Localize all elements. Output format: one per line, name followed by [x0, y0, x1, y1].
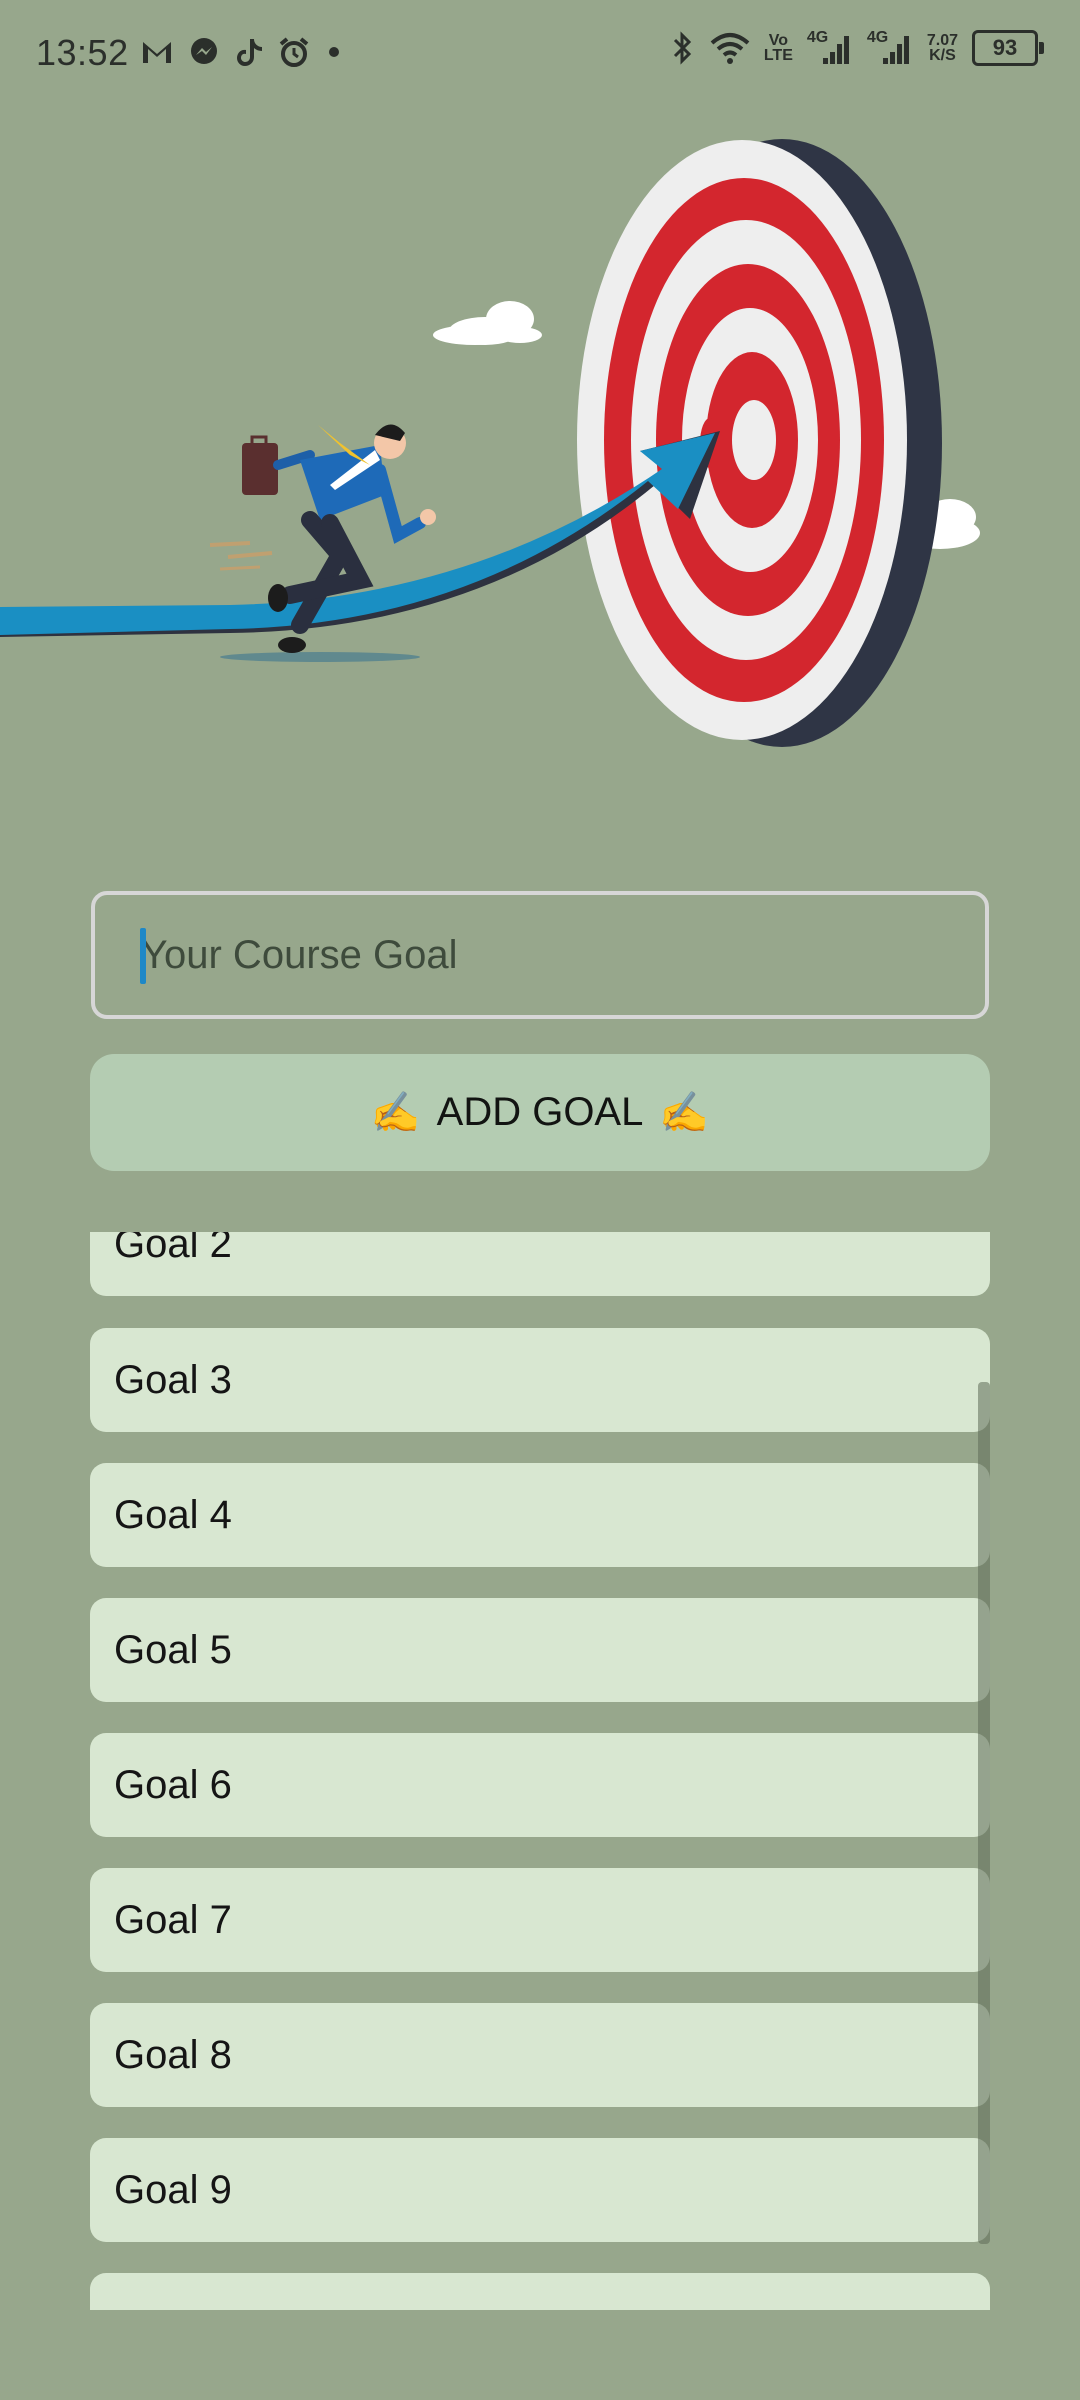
tiktok-icon [237, 39, 262, 66]
signal-bars-icon [822, 36, 849, 64]
hero-illustration [0, 139, 980, 747]
add-goal-label: ADD GOAL [436, 1090, 644, 1134]
goal-list-item[interactable]: Goal 4 [90, 1463, 990, 1567]
signal-bars-icon [882, 36, 909, 64]
signal-4g-1: 4G [807, 30, 853, 66]
writing-hand-icon: ✍️ [659, 1091, 710, 1135]
goal-list-item[interactable]: Goal 8 [90, 2003, 990, 2107]
gmail-icon [143, 42, 171, 63]
status-bar: 13:52 Vo LTE 4G 4G 7.07 K/S 93 [0, 0, 1080, 110]
goal-list-item[interactable]: Goal 9 [90, 2138, 990, 2242]
add-goal-button[interactable]: ✍️ ADD GOAL ✍️ [90, 1054, 990, 1171]
dot-icon [329, 47, 339, 57]
volte-label: Vo LTE [763, 32, 793, 64]
target-icon [577, 139, 942, 747]
writing-hand-icon: ✍️ [370, 1091, 421, 1135]
signal-4g-2: 4G [867, 30, 913, 66]
goal-list-item[interactable] [90, 2273, 990, 2310]
notification-icons [140, 36, 344, 68]
bluetooth-icon [673, 31, 691, 65]
system-status-icons: Vo LTE 4G 4G 7.07 K/S 93 [670, 30, 1044, 66]
goal-list-item[interactable]: Goal 5 [90, 1598, 990, 1702]
list-scrollbar[interactable] [978, 1382, 990, 2244]
cloud-icon [433, 301, 542, 345]
goal-list-item[interactable]: Goal 3 [90, 1328, 990, 1432]
course-goal-input[interactable] [91, 891, 989, 1019]
messenger-icon [191, 38, 217, 64]
goal-list-item[interactable]: Goal 6 [90, 1733, 990, 1837]
text-cursor [140, 928, 146, 984]
network-speed: 7.07 K/S [926, 32, 958, 64]
wifi-icon [710, 33, 750, 64]
goal-list-item[interactable]: Goal 7 [90, 1868, 990, 1972]
battery-indicator: 93 [972, 30, 1044, 66]
goal-list[interactable]: Goal 2 Goal 3 Goal 4 Goal 5 Goal 6 Goal … [0, 1232, 1080, 2310]
status-time: 13:52 [36, 32, 129, 73]
alarm-icon [279, 37, 309, 67]
goal-list-item[interactable]: Goal 2 [90, 1232, 990, 1296]
